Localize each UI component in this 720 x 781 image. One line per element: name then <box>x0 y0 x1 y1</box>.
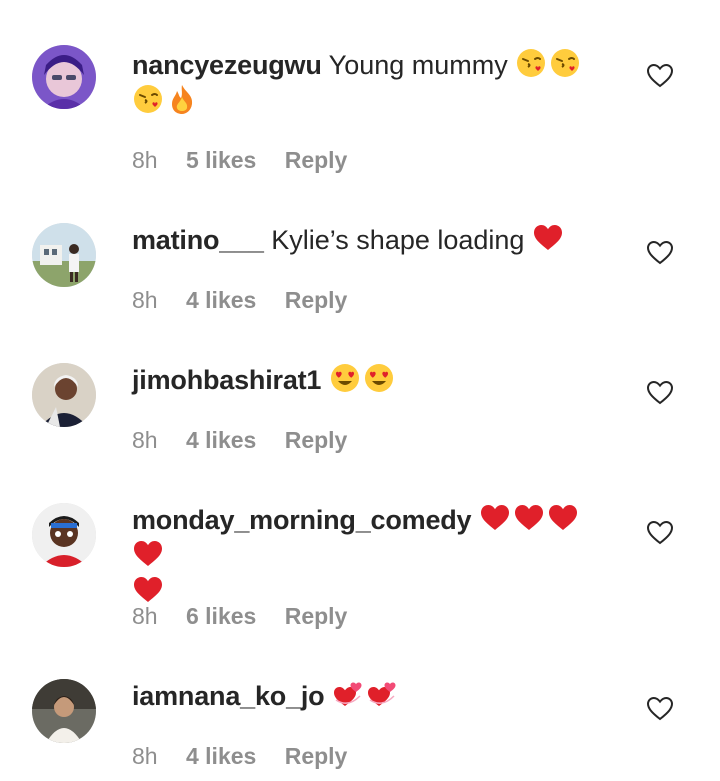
comment-username[interactable]: iamnana_ko_jo <box>132 681 325 711</box>
comment-text: nancyezeugwu Young mummy <box>132 47 612 119</box>
like-heart-icon[interactable] <box>646 62 674 90</box>
kissing-face-icon <box>549 47 581 79</box>
reply-button[interactable]: Reply <box>285 287 348 313</box>
revolving-hearts-icon <box>366 678 398 710</box>
comment-meta: 8h 5 likes Reply <box>132 147 369 174</box>
avatar[interactable] <box>32 363 96 427</box>
comment-meta: 8h 6 likes Reply <box>132 603 369 630</box>
reply-button[interactable]: Reply <box>285 603 348 629</box>
red-heart-icon <box>479 502 511 534</box>
comment-meta: 8h 4 likes Reply <box>132 427 369 454</box>
like-heart-icon[interactable] <box>646 519 674 547</box>
reply-button[interactable]: Reply <box>285 743 348 769</box>
revolving-hearts-icon <box>332 678 364 710</box>
comment-timestamp: 8h <box>132 427 158 453</box>
comment-timestamp: 8h <box>132 603 158 629</box>
likes-count[interactable]: 4 likes <box>186 427 256 453</box>
comment-timestamp: 8h <box>132 287 158 313</box>
red-heart-icon <box>547 502 579 534</box>
like-heart-icon[interactable] <box>646 239 674 267</box>
avatar[interactable] <box>32 45 96 109</box>
red-heart-icon <box>532 222 564 254</box>
likes-count[interactable]: 4 likes <box>186 743 256 769</box>
comment-meta: 8h 4 likes Reply <box>132 743 369 770</box>
comment-timestamp: 8h <box>132 743 158 769</box>
comment-username[interactable]: jimohbashirat1 <box>132 365 321 395</box>
comment-text: iamnana_ko_jo <box>132 678 612 714</box>
comment-text: monday_morning_comedy <box>132 502 612 610</box>
comment-body: Kylie’s shape loading <box>271 225 525 255</box>
likes-count[interactable]: 6 likes <box>186 603 256 629</box>
comment-body: Young mummy <box>328 50 508 80</box>
comment-username[interactable]: monday_morning_comedy <box>132 505 472 535</box>
fire-icon <box>166 83 198 115</box>
kissing-face-icon <box>515 47 547 79</box>
comment-text: jimohbashirat1 <box>132 362 612 398</box>
likes-count[interactable]: 4 likes <box>186 287 256 313</box>
reply-button[interactable]: Reply <box>285 427 348 453</box>
likes-count[interactable]: 5 likes <box>186 147 256 173</box>
red-heart-icon <box>132 538 164 570</box>
comment-username[interactable]: nancyezeugwu <box>132 50 322 80</box>
like-heart-icon[interactable] <box>646 695 674 723</box>
heart-eyes-face-icon <box>363 362 395 394</box>
comment-meta: 8h 4 likes Reply <box>132 287 369 314</box>
comment-username[interactable]: matino___ <box>132 225 264 255</box>
red-heart-icon <box>513 502 545 534</box>
red-heart-icon <box>132 574 164 606</box>
comment-text: matino___ Kylie’s shape loading <box>132 222 612 258</box>
avatar[interactable] <box>32 679 96 743</box>
comment-timestamp: 8h <box>132 147 158 173</box>
avatar[interactable] <box>32 503 96 567</box>
like-heart-icon[interactable] <box>646 379 674 407</box>
avatar[interactable] <box>32 223 96 287</box>
kissing-face-icon <box>132 83 164 115</box>
heart-eyes-face-icon <box>329 362 361 394</box>
reply-button[interactable]: Reply <box>285 147 348 173</box>
